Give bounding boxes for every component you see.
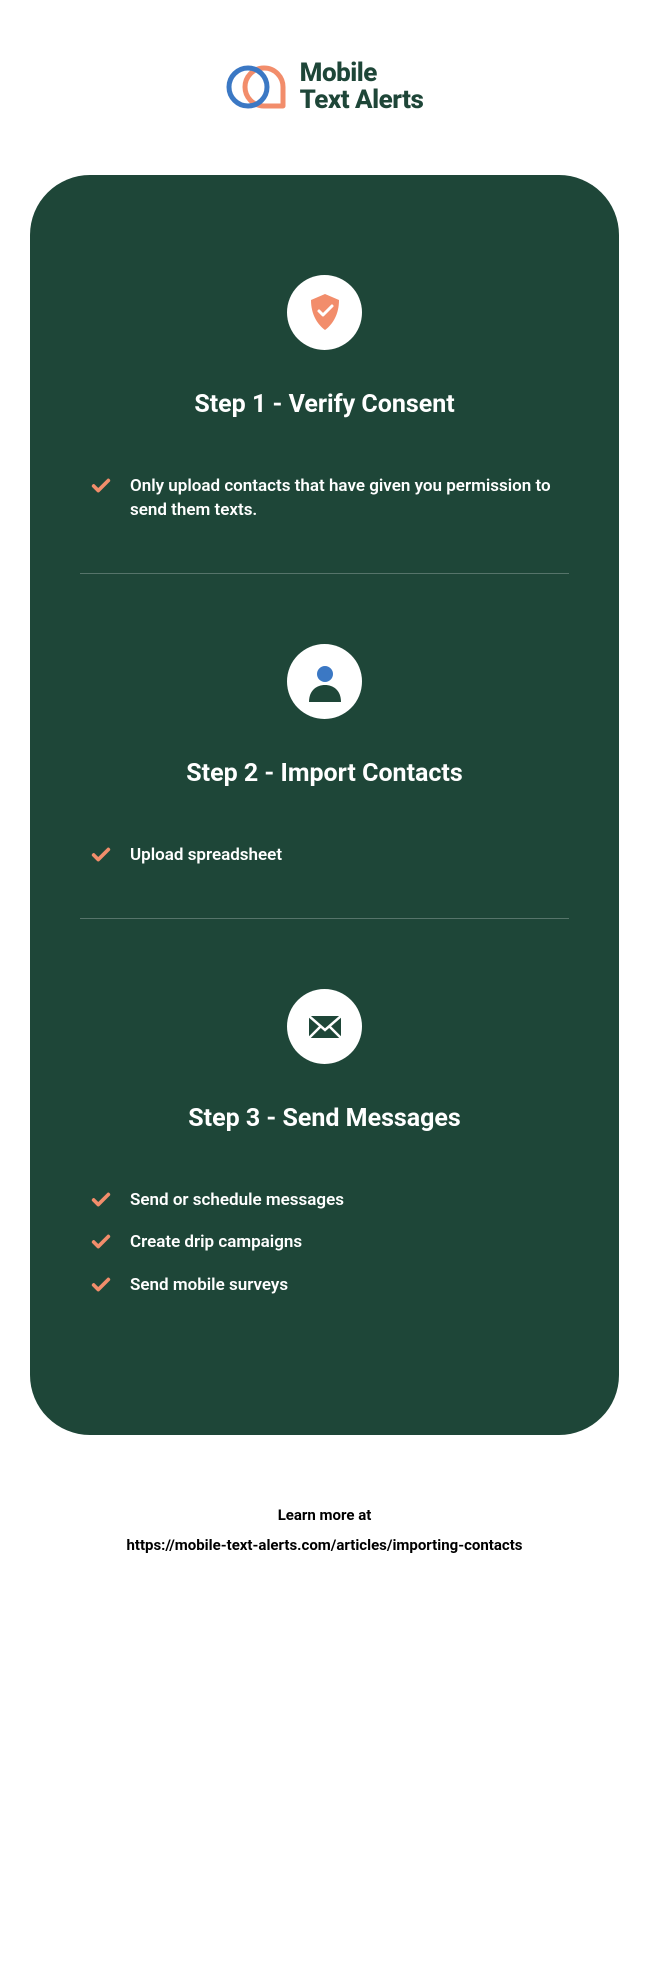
- footer: Learn more at https://mobile-text-alerts…: [30, 1500, 619, 1560]
- footer-line2: https://mobile-text-alerts.com/articles/…: [30, 1530, 619, 1560]
- check-icon: [90, 1231, 112, 1253]
- list-item: Upload spreadsheet: [90, 843, 559, 868]
- list-item: Send or schedule messages: [90, 1188, 559, 1213]
- check-icon: [90, 844, 112, 866]
- footer-line1: Learn more at: [30, 1500, 619, 1530]
- step-2-title: Step 2 - Import Contacts: [80, 759, 569, 788]
- logo: Mobile Text Alerts: [30, 60, 619, 115]
- check-icon: [90, 475, 112, 497]
- step-3: Step 3 - Send Messages Send or schedule …: [80, 989, 569, 1298]
- divider: [80, 918, 569, 919]
- check-icon: [90, 1189, 112, 1211]
- step-3-title: Step 3 - Send Messages: [80, 1104, 569, 1133]
- list-item: Only upload contacts that have given you…: [90, 474, 559, 523]
- bullet-text: Send mobile surveys: [130, 1273, 288, 1298]
- check-icon: [90, 1274, 112, 1296]
- brand-line2: Text Alerts: [300, 87, 424, 114]
- bullet-text: Create drip campaigns: [130, 1230, 302, 1255]
- brand-line1: Mobile: [300, 60, 424, 87]
- steps-card: Step 1 - Verify Consent Only upload cont…: [30, 175, 619, 1436]
- bullet-text: Only upload contacts that have given you…: [130, 474, 559, 523]
- step-1-title: Step 1 - Verify Consent: [80, 390, 569, 419]
- step-2: Step 2 - Import Contacts Upload spreadsh…: [80, 644, 569, 868]
- logo-icon: [226, 63, 286, 111]
- person-icon: [287, 644, 362, 719]
- shield-check-icon: [287, 275, 362, 350]
- list-item: Create drip campaigns: [90, 1230, 559, 1255]
- bullet-text: Send or schedule messages: [130, 1188, 344, 1213]
- envelope-icon: [287, 989, 362, 1064]
- list-item: Send mobile surveys: [90, 1273, 559, 1298]
- logo-text: Mobile Text Alerts: [300, 60, 424, 115]
- step-1: Step 1 - Verify Consent Only upload cont…: [80, 275, 569, 523]
- divider: [80, 573, 569, 574]
- bullet-text: Upload spreadsheet: [130, 843, 282, 868]
